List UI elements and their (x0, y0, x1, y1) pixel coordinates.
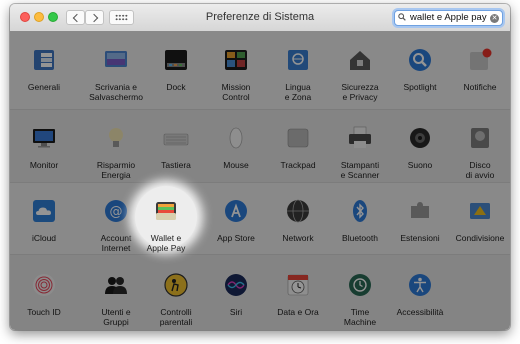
pane-label: Estensioni (400, 233, 440, 243)
users-icon (105, 277, 127, 294)
pane-lingua[interactable]: Lingua e Zona (267, 47, 329, 102)
pane-estensioni[interactable]: Estensioni (389, 198, 451, 243)
pane-touch-id[interactable]: Touch ID (13, 272, 75, 317)
pane-dock[interactable]: Dock (145, 47, 207, 92)
pane-label: Scrivania e Salvaschermo (89, 82, 143, 102)
pane-utenti-gruppi[interactable]: Utenti e Gruppi (85, 272, 147, 327)
pane-sicurezza[interactable]: Sicurezza e Privacy (329, 47, 391, 102)
pane-label: Data e Ora (277, 307, 319, 317)
monitor-icon (33, 129, 55, 148)
pane-label: Monitor (29, 160, 59, 170)
trackpad-icon (287, 128, 309, 148)
pane-mouse[interactable]: Mouse (205, 125, 267, 170)
search-icon (398, 13, 406, 21)
pane-disco-avvio[interactable]: Disco di avvio (449, 125, 510, 180)
pane-network[interactable]: Network (267, 198, 329, 243)
accessibility-icon (409, 274, 431, 296)
speaker-icon (410, 128, 430, 148)
printer-icon (349, 126, 371, 148)
pane-label: Touch ID (27, 307, 61, 317)
pane-data-ora[interactable]: Data e Ora (267, 272, 329, 317)
pane-mission-control[interactable]: Mission Control (205, 47, 267, 102)
pane-risparmio-energia[interactable]: Risparmio Energia (85, 125, 147, 180)
pane-suono[interactable]: Suono (389, 125, 451, 170)
pane-label: Mouse (223, 160, 249, 170)
pane-bluetooth[interactable]: Bluetooth (329, 198, 391, 243)
pane-generali[interactable]: Generali (13, 47, 75, 92)
pane-label: Trackpad (280, 160, 316, 170)
pane-label: Controlli parentali (159, 307, 193, 327)
fingerprint-icon (33, 274, 55, 296)
pane-label: Bluetooth (342, 233, 378, 243)
pane-label: Disco di avvio (465, 160, 495, 180)
pane-label: Tastiera (161, 160, 191, 170)
pane-label: Time Machine (343, 307, 377, 327)
pane-label: Sicurezza e Privacy (341, 82, 379, 102)
parental-controls-icon (164, 273, 188, 297)
pane-monitor[interactable]: Monitor (13, 125, 75, 170)
at-sign-icon: @ (105, 200, 127, 222)
pane-time-machine[interactable]: Time Machine (329, 272, 391, 327)
pane-label: Siri (229, 307, 243, 317)
notifications-icon (470, 48, 492, 70)
pane-accessibilita[interactable]: Accessibilità (389, 272, 451, 317)
search-query: wallet e Apple pay (410, 12, 487, 23)
puzzle-piece-icon (411, 202, 429, 218)
pane-siri[interactable]: Siri (205, 272, 267, 317)
house-lock-icon (350, 51, 370, 70)
pane-label: Utenti e Gruppi (101, 307, 131, 327)
wallet-icon (156, 202, 176, 220)
pane-label: Wallet e Apple Pay (146, 233, 186, 253)
pane-label: Condivisione (455, 233, 505, 243)
mission-control-icon (225, 50, 247, 70)
pane-tastiera[interactable]: Tastiera (145, 125, 207, 170)
time-machine-icon (349, 274, 371, 296)
system-preferences-window: Preferenze di Sistema wallet e Apple pay… (10, 4, 510, 330)
pane-label: Suono (407, 160, 433, 170)
pane-label: Mission Control (221, 82, 251, 102)
pane-label: Accessibilità (396, 307, 444, 317)
keyboard-icon (163, 133, 189, 146)
title-bar: Preferenze di Sistema wallet e Apple pay… (10, 4, 510, 32)
pane-icloud[interactable]: iCloud (13, 198, 75, 243)
lightbulb-icon (109, 128, 123, 147)
pane-label: iCloud (31, 233, 57, 243)
general-file-icon (34, 50, 54, 70)
pane-scrivania[interactable]: Scrivania e Salvaschermo (85, 47, 147, 102)
pane-controlli-parentali[interactable]: Controlli parentali (145, 272, 207, 327)
spotlight-magnifier-icon (409, 49, 431, 71)
pane-label: Lingua e Zona (284, 82, 312, 102)
pane-label: Generali (27, 82, 61, 92)
pane-wallet-apple-pay[interactable]: Wallet e Apple Pay (135, 198, 197, 253)
app-store-icon (225, 200, 247, 222)
network-globe-icon (287, 199, 309, 223)
pane-label: Notifiche (463, 82, 497, 92)
pane-trackpad[interactable]: Trackpad (267, 125, 329, 170)
search-field[interactable]: wallet e Apple pay ✕ (394, 10, 503, 26)
pane-label: Network (282, 233, 314, 243)
pane-label: Stampanti e Scanner (340, 160, 380, 180)
clear-search-icon[interactable]: ✕ (490, 13, 499, 23)
pane-label: App Store (217, 233, 255, 243)
preferences-pane-grid: Generali Scrivania e Salvaschermo Dock M… (10, 31, 510, 330)
bluetooth-icon (353, 200, 367, 222)
sharing-folder-icon (470, 203, 490, 219)
desktop-screensaver-icon (105, 51, 127, 67)
pane-stampanti[interactable]: Stampanti e Scanner (329, 125, 391, 180)
dock-icon (165, 50, 187, 70)
language-flag-icon (288, 50, 308, 70)
pane-label: Dock (166, 82, 186, 92)
pane-app-store[interactable]: App Store (205, 198, 267, 243)
pane-label: Spotlight (403, 82, 437, 92)
disk-icon (471, 128, 489, 148)
pane-label: Risparmio Energia (96, 160, 136, 180)
pane-spotlight[interactable]: Spotlight (389, 47, 451, 92)
mouse-icon (229, 127, 243, 149)
pane-condivisione[interactable]: Condivisione (449, 198, 510, 243)
svg-text:@: @ (110, 205, 123, 220)
siri-icon (225, 274, 247, 296)
pane-notifiche[interactable]: Notifiche (449, 47, 510, 92)
icloud-icon (33, 200, 55, 222)
clock-calendar-icon (287, 274, 309, 296)
